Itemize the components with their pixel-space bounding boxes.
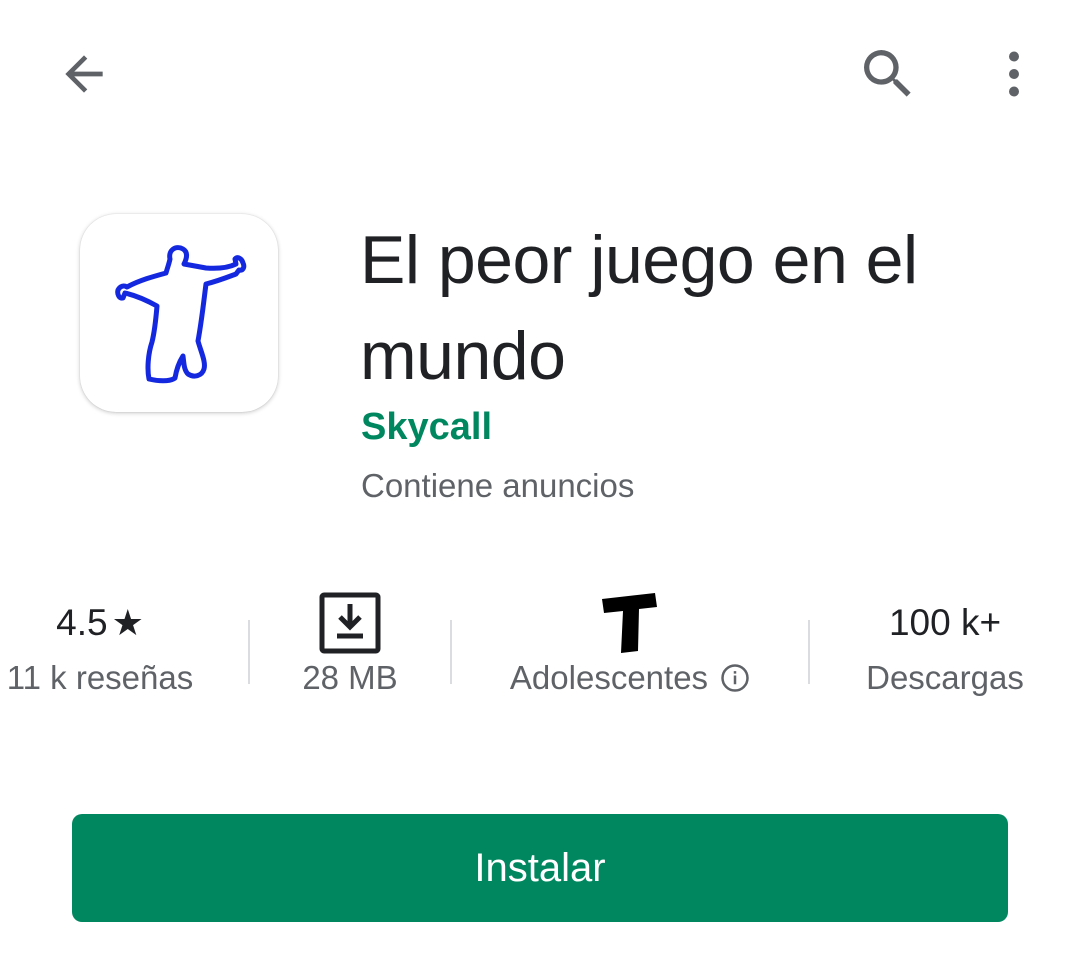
- stats-divider: [808, 620, 810, 684]
- more-options-button[interactable]: [974, 34, 1054, 114]
- star-icon: ★: [111, 602, 144, 643]
- search-icon: [864, 50, 911, 97]
- teen-rating-icon: [602, 593, 657, 653]
- arrow-back-icon: [65, 55, 103, 93]
- download-icon: [319, 592, 381, 654]
- stick-figure-icon: [115, 245, 247, 384]
- content-rating-stat[interactable]: Adolescentes: [468, 590, 792, 710]
- rating-stat[interactable]: 4.5 ★ 11 k reseñas: [0, 590, 220, 710]
- downloads-value: 100 k+: [888, 602, 1002, 643]
- install-button-label: Instalar: [474, 845, 606, 890]
- app-size: 28 MB: [302, 659, 398, 696]
- install-button[interactable]: Instalar: [72, 814, 1008, 922]
- contains-ads-note: Contiene anuncios: [361, 467, 635, 504]
- stats-divider: [450, 620, 452, 684]
- content-rating-label: Adolescentes: [509, 659, 709, 696]
- app-title: El peor juego en el mundo: [360, 222, 918, 394]
- developer-link[interactable]: Skycall: [361, 403, 492, 451]
- downloads-stat: 100 k+ Descargas: [840, 590, 1050, 710]
- size-stat: 28 MB: [260, 590, 440, 710]
- rating-value: 4.5: [56, 602, 108, 643]
- reviews-count: 11 k reseñas: [6, 659, 194, 696]
- app-icon: [80, 214, 278, 412]
- back-button[interactable]: [44, 34, 124, 114]
- search-button[interactable]: [848, 34, 928, 114]
- downloads-label: Descargas: [866, 659, 1024, 696]
- more-vert-icon: [1009, 51, 1019, 97]
- info-icon[interactable]: [720, 663, 750, 693]
- stats-divider: [248, 620, 250, 684]
